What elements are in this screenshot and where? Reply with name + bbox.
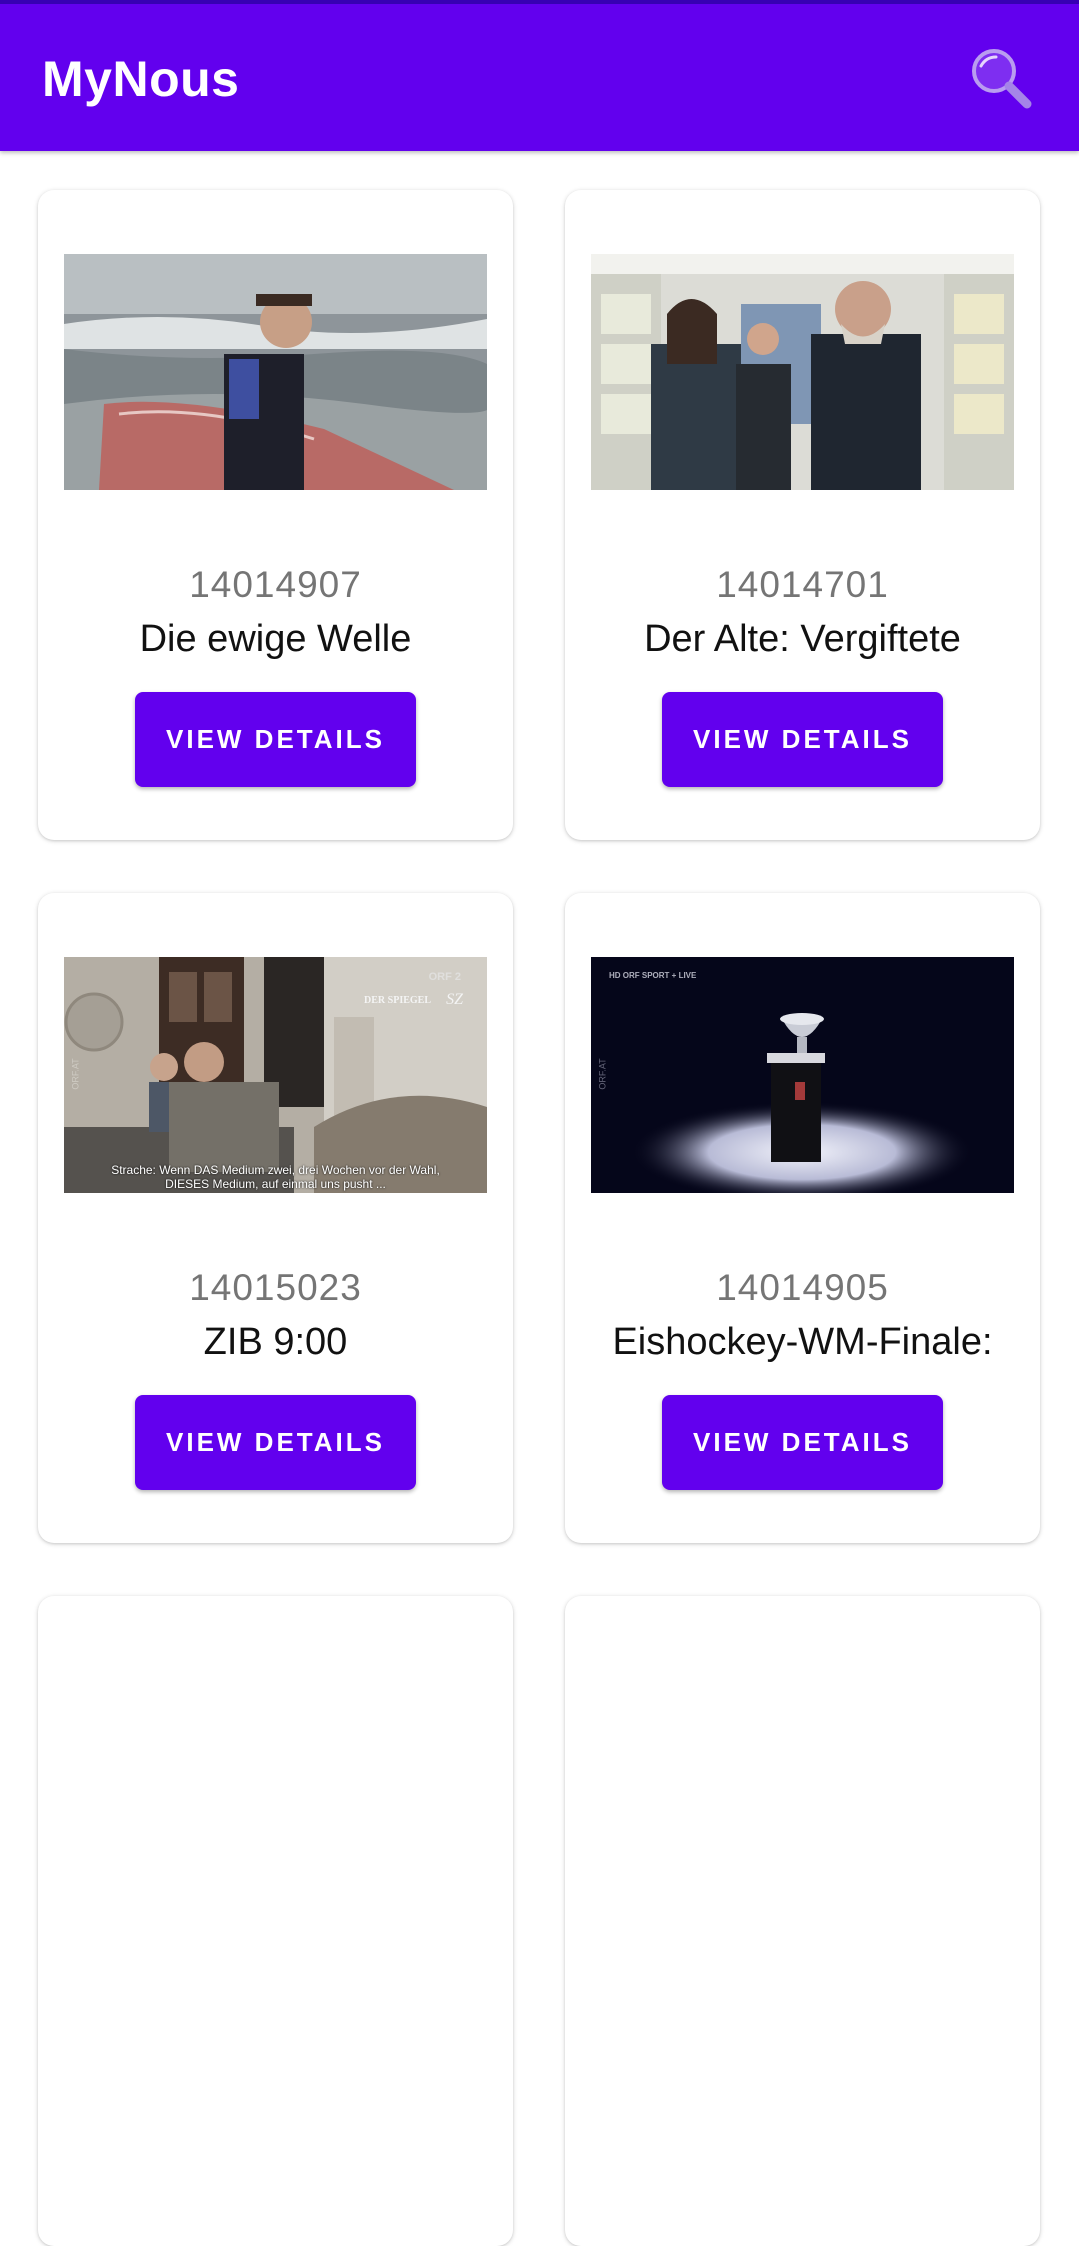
- source-label: DER SPIEGEL: [364, 995, 431, 1006]
- side-watermark: ORF.AT: [70, 1058, 81, 1090]
- app-bar: MyNous: [0, 0, 1079, 151]
- program-thumbnail[interactable]: HD ORF SPORT + LIVE ORF.AT: [591, 957, 1014, 1193]
- channel-logo: HD ORF SPORT + LIVE: [609, 971, 697, 980]
- channel-logo: ORF 2: [428, 971, 461, 983]
- source-label-2: SZ: [446, 991, 463, 1008]
- program-card: ORF 2 DER SPIEGEL SZ ORF.AT Strache: Wen…: [38, 893, 513, 1543]
- view-details-button[interactable]: VIEW DETAILS: [135, 1395, 416, 1490]
- view-details-button[interactable]: VIEW DETAILS: [135, 692, 416, 787]
- program-title: Eishockey-WM-Finale:: [612, 1321, 993, 1363]
- program-thumbnail[interactable]: [591, 254, 1014, 490]
- program-card: HD ORF SPORT + LIVE ORF.AT 14014905 Eish…: [565, 893, 1040, 1543]
- program-grid: 14014907 Die ewige Welle VIEW DETAILS 14…: [0, 151, 1079, 2246]
- program-id: 14014907: [189, 564, 362, 605]
- search-icon: [972, 49, 1032, 109]
- subtitle-line: DIESES Medium, auf einmal uns pusht ...: [165, 1177, 386, 1191]
- search-button[interactable]: [966, 44, 1036, 114]
- view-details-button[interactable]: VIEW DETAILS: [662, 692, 943, 787]
- view-details-button[interactable]: VIEW DETAILS: [662, 1395, 943, 1490]
- program-thumbnail[interactable]: [64, 254, 487, 490]
- program-id: 14014701: [716, 564, 889, 605]
- program-card: [565, 1596, 1040, 2246]
- program-id: 14014905: [716, 1267, 889, 1308]
- program-thumbnail[interactable]: ORF 2 DER SPIEGEL SZ ORF.AT Strache: Wen…: [64, 957, 487, 1193]
- subtitle-line: Strache: Wenn DAS Medium zwei, drei Woch…: [111, 1163, 440, 1177]
- program-card: 14014907 Die ewige Welle VIEW DETAILS: [38, 190, 513, 840]
- app-title: MyNous: [42, 51, 240, 107]
- program-card: 14014701 Der Alte: Vergiftete VIEW DETAI…: [565, 190, 1040, 840]
- side-watermark: ORF.AT: [597, 1058, 608, 1090]
- program-title: ZIB 9:00: [203, 1321, 348, 1363]
- program-title: Die ewige Welle: [139, 618, 412, 660]
- program-id: 14015023: [189, 1267, 362, 1308]
- program-card: [38, 1596, 513, 2246]
- program-title: Der Alte: Vergiftete: [644, 618, 961, 660]
- subtitle-caption: Strache: Wenn DAS Medium zwei, drei Woch…: [64, 1163, 487, 1191]
